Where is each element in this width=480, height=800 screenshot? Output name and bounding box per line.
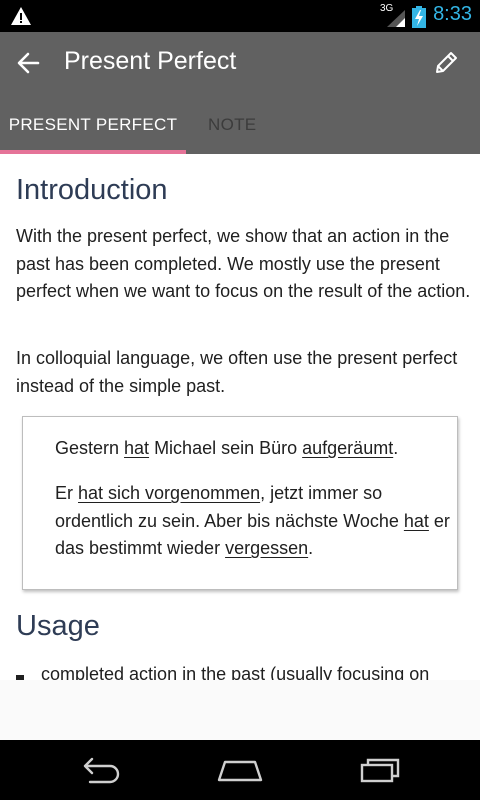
heading-introduction: Introduction (16, 174, 168, 206)
recents-nav-icon[interactable] (358, 756, 402, 784)
tab-present-perfect[interactable]: PRESENT PERFECT (0, 94, 186, 154)
intro-paragraph-1: With the present perfect, we show that a… (16, 226, 471, 301)
edit-pencil-icon[interactable] (432, 49, 460, 77)
example-sentence-1: Gestern hat Michael sein Büro aufgeräumt… (55, 438, 399, 458)
heading-usage: Usage (16, 610, 100, 642)
example-box: Gestern hat Michael sein Büro aufgeräumt… (22, 416, 458, 590)
bottom-blank-area (0, 680, 480, 740)
status-time: 8:33 (433, 3, 472, 25)
tab-bar: PRESENT PERFECT NOTE (0, 94, 480, 154)
back-arrow-icon[interactable] (14, 49, 42, 77)
home-nav-icon[interactable] (216, 756, 264, 784)
page-title: Present Perfect (64, 47, 237, 75)
tab-note[interactable]: NOTE (208, 94, 256, 154)
list-item-text: completed action in the past (usually fo… (41, 664, 430, 680)
status-bar: 3G 8:33 (0, 0, 480, 32)
signal-icon (387, 10, 405, 27)
warning-icon (11, 7, 31, 25)
back-nav-icon[interactable] (78, 756, 122, 784)
example-sentence-2: Er hat sich vorgenommen, jetzt immer so … (55, 483, 450, 558)
intro-paragraph-2: In colloquial language, we often use the… (16, 348, 458, 396)
navigation-bar (0, 740, 480, 800)
app-bar: Present Perfect (0, 32, 480, 94)
battery-charging-icon (412, 6, 426, 28)
content-area[interactable]: Introduction With the present perfect, w… (0, 154, 480, 680)
